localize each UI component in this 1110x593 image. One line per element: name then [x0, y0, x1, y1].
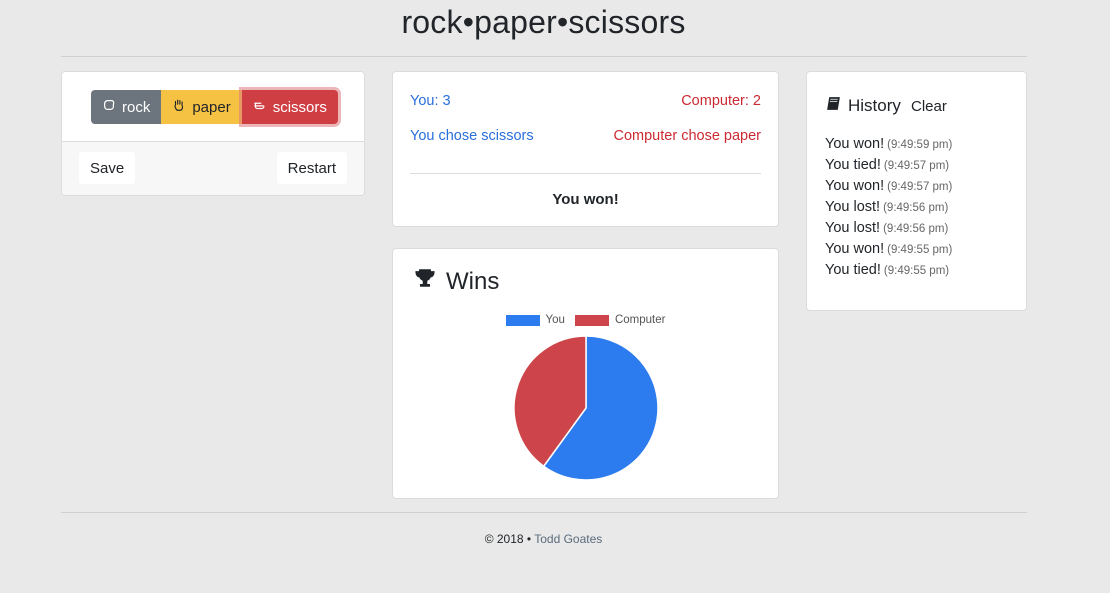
footer-divider [61, 512, 1027, 513]
wins-heading: Wins [414, 267, 499, 296]
history-list: You won! (9:49:59 pm) You tied! (9:49:57 pm… [825, 136, 952, 283]
clear-history-button[interactable]: Clear [911, 98, 947, 115]
score-row: You: 3 Computer: 2 [410, 93, 761, 109]
footer: © 2018 • Todd Goates [0, 532, 1087, 546]
history-item: You won! (9:49:59 pm) [825, 136, 952, 157]
computer-choice: Computer chose paper [613, 128, 762, 144]
paper-label: paper [192, 98, 231, 116]
history-time: (9:49:55 pm) [883, 265, 950, 277]
history-item: You won! (9:49:55 pm) [825, 241, 952, 262]
trophy-icon [414, 267, 436, 296]
scissors-button[interactable]: scissors [241, 90, 338, 124]
history-result: You won! [825, 178, 885, 194]
page: rock•paper•scissors rock paper scissors [0, 0, 1110, 593]
history-heading: History [825, 95, 901, 117]
hand-scissors-icon [253, 98, 267, 116]
history-time: (9:49:55 pm) [887, 244, 953, 256]
legend-label-computer: Computer [614, 314, 666, 326]
score-divider [410, 173, 761, 174]
history-result: You tied! [825, 157, 881, 173]
choices-row: You chose scissors Computer chose paper [410, 128, 761, 144]
history-title: History [848, 96, 901, 115]
scissors-label: scissors [272, 98, 327, 116]
history-result: You lost! [825, 199, 881, 215]
history-time: (9:49:57 pm) [887, 181, 953, 193]
choice-button-group: rock paper scissors [91, 90, 338, 124]
history-item: You lost! (9:49:56 pm) [825, 220, 952, 241]
chart-legend: You Computer [393, 314, 778, 326]
legend-item-you[interactable]: You [505, 314, 565, 326]
legend-label-you: You [545, 314, 565, 326]
computer-score: Computer: 2 [681, 93, 761, 109]
history-time: (9:49:56 pm) [883, 223, 949, 235]
history-item: You won! (9:49:57 pm) [825, 178, 952, 199]
legend-swatch-you [505, 314, 540, 326]
history-result: You lost! [825, 220, 881, 236]
history-time: (9:49:57 pm) [883, 160, 950, 172]
save-button[interactable]: Save [79, 152, 136, 184]
player-score: You: 3 [410, 93, 451, 109]
history-result: You won! [825, 136, 885, 152]
wins-card: Wins You Computer [392, 248, 779, 499]
player-choice: You chose scissors [410, 128, 534, 144]
history-item: You tied! (9:49:57 pm) [825, 157, 952, 178]
hand-paper-icon [172, 98, 186, 116]
legend-swatch-computer [574, 314, 609, 326]
rock-label: rock [122, 98, 151, 116]
restart-button[interactable]: Restart [276, 152, 347, 184]
author-link[interactable]: Todd Goates [534, 532, 602, 546]
legend-item-computer[interactable]: Computer [574, 314, 666, 326]
paper-button[interactable]: paper [161, 90, 242, 124]
footer-copyright: © 2018 • [484, 532, 532, 546]
header-divider [61, 56, 1027, 57]
book-icon [825, 95, 848, 117]
hand-rock-icon [102, 98, 116, 116]
history-result: You tied! [825, 262, 881, 278]
history-card: History Clear You won! (9:49:59 pm) You ti… [806, 71, 1027, 311]
score-card: You: 3 Computer: 2 You chose scissors Co… [392, 71, 779, 227]
rock-button[interactable]: rock [91, 90, 162, 124]
page-title: rock•paper•scissors [401, 4, 686, 40]
history-time: (9:49:56 pm) [883, 202, 949, 214]
round-result: You won! [552, 191, 619, 208]
wins-pie-chart [513, 335, 659, 481]
wins-title: Wins [446, 267, 500, 295]
controls-card: rock paper scissors Save Restart [61, 71, 365, 196]
history-result: You won! [825, 241, 885, 257]
history-item: You tied! (9:49:55 pm) [825, 262, 952, 283]
controls-footer: Save Restart [62, 141, 364, 195]
history-time: (9:49:59 pm) [887, 139, 953, 151]
history-item: You lost! (9:49:56 pm) [825, 199, 952, 220]
